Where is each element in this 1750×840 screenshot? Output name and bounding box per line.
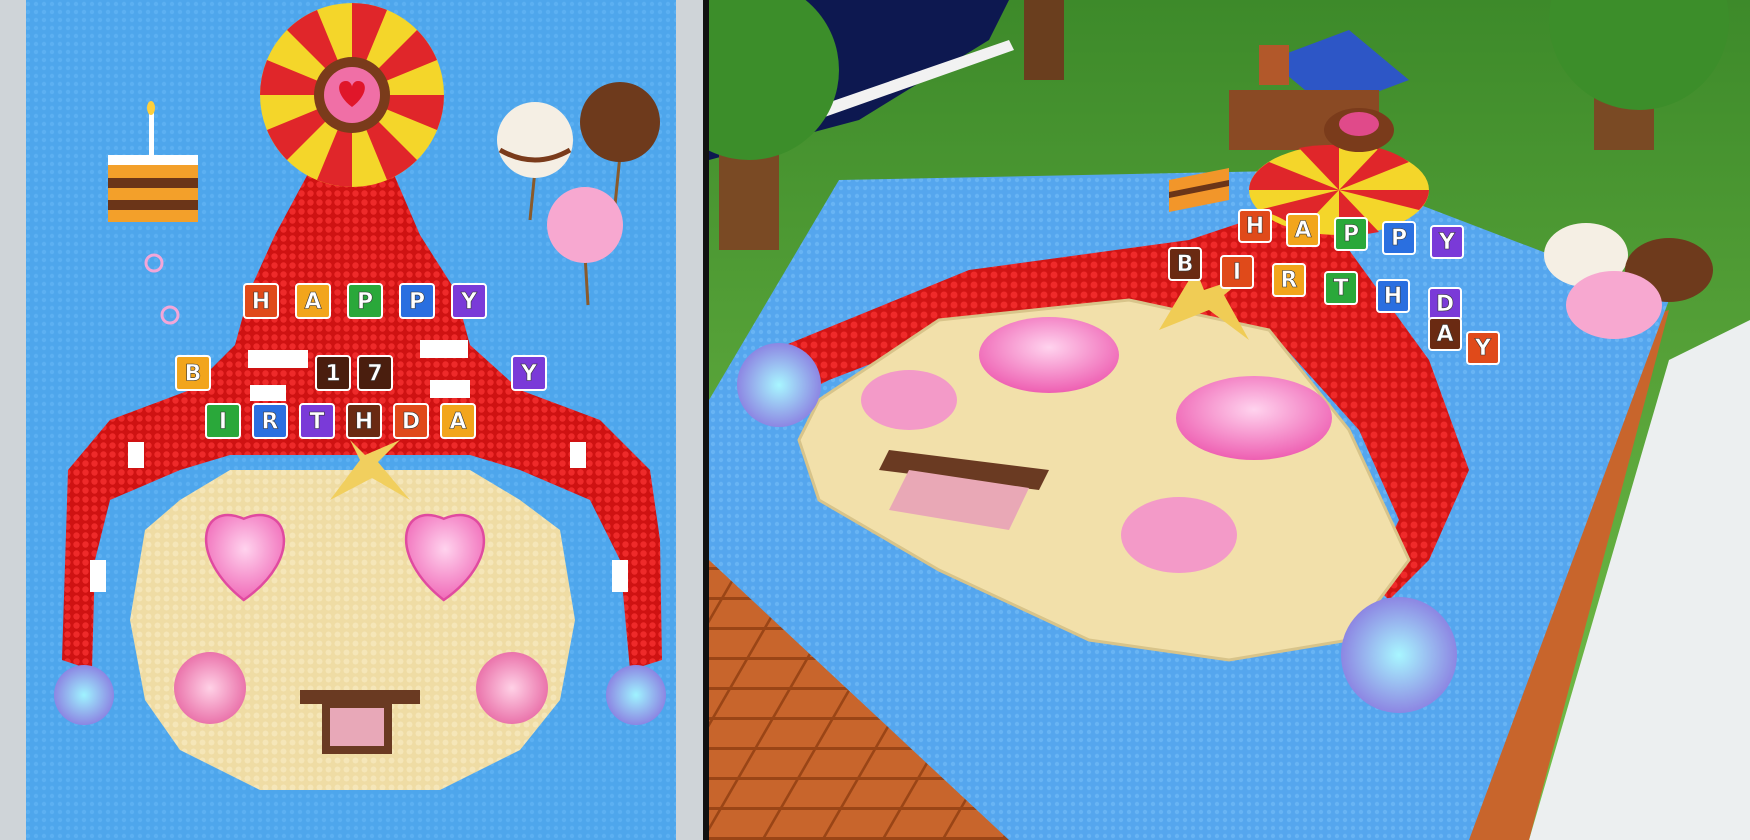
top-down-view-panel: H A P P Y B 1 7 Y I R T H D A	[0, 0, 703, 840]
banner-letter: I	[219, 409, 227, 434]
tree-back	[1024, 0, 1064, 80]
cheek-left	[861, 370, 957, 430]
banner-letter: H	[1246, 214, 1264, 239]
banner-letter: A	[304, 289, 321, 314]
cheek-right	[476, 652, 548, 724]
banner-letter-tile: H	[1238, 209, 1272, 243]
banner-letter-tile: H	[243, 283, 279, 319]
banner-letter: Y	[520, 361, 538, 386]
cheek-left	[174, 652, 246, 724]
banner-letter-tile: 7	[357, 355, 393, 391]
banner-letter-tile: I	[205, 403, 241, 439]
heart-eye-left	[979, 317, 1119, 393]
banner-letter: Y	[460, 289, 478, 314]
banner-letter: P	[409, 289, 425, 314]
banner-letter-tile: H	[346, 403, 382, 439]
banner-letter: H	[355, 409, 373, 434]
banner-letter-tile: Y	[1430, 225, 1464, 259]
balloon-pink	[1566, 271, 1662, 339]
banner-letter: H	[1384, 284, 1402, 309]
banner-letter: P	[1391, 226, 1407, 251]
banner-letter-tile: P	[1382, 221, 1416, 255]
banner-letter: B	[1177, 252, 1194, 277]
banner-letter-tile: P	[1334, 217, 1368, 251]
banner-letter-tile: Y	[451, 283, 487, 319]
banner-letter: T	[309, 409, 324, 434]
banner-letter-tile: T	[299, 403, 335, 439]
banner-letter: T	[1333, 276, 1348, 301]
banner-letter-tile: R	[1272, 263, 1306, 297]
pompom-left	[54, 665, 114, 725]
banner-letter-tile: A	[295, 283, 331, 319]
banner-letter-tile: I	[1220, 255, 1254, 289]
top-down-scene: H A P P Y B 1 7 Y I R T H D A	[0, 0, 703, 840]
banner-letter-tile: A	[440, 403, 476, 439]
banner-letter: I	[1233, 260, 1241, 285]
banner-letter-tile: 1	[315, 355, 351, 391]
cheek-right	[1121, 497, 1237, 573]
banner-letter-tile: Y	[1466, 331, 1500, 365]
screenshot-composite: HAPPYB17YIRTHDA H A P P Y B I R T H D A …	[0, 0, 1750, 840]
banner-letter: 1	[325, 361, 340, 386]
banner-letter-tile: B	[1168, 247, 1202, 281]
banner-letter: Y	[1438, 230, 1456, 255]
banner-letter: P	[1343, 222, 1359, 247]
banner-letter-tile: P	[347, 283, 383, 319]
pompom-right	[606, 665, 666, 725]
banner-letter-tile: R	[252, 403, 288, 439]
banner-letter-tile: D	[393, 403, 429, 439]
banner-letter: A	[1436, 322, 1453, 347]
banner-letter-tile: H	[1376, 279, 1410, 313]
banner-letter: A	[449, 409, 466, 434]
banner-letter-tile: P	[399, 283, 435, 319]
sunburst-umbrella	[260, 3, 444, 187]
banner-letter: 7	[367, 361, 382, 386]
banner-letter-tile: A	[1428, 317, 1462, 351]
perspective-scene: H A P P YB I R T H DAY	[709, 0, 1750, 840]
banner-letter: D	[1436, 292, 1454, 317]
banner-letter: H	[252, 289, 270, 314]
banner-letter: Y	[1474, 336, 1492, 361]
banner-letter: D	[402, 409, 420, 434]
heart-eye-right	[1176, 376, 1332, 460]
banner-letter: R	[1281, 268, 1298, 293]
pompom-right	[1341, 597, 1457, 713]
banner-letter: P	[357, 289, 373, 314]
banner-letter-tile: Y	[511, 355, 547, 391]
banner-letter: R	[262, 409, 279, 434]
banner-letter-tile: T	[1324, 271, 1358, 305]
banner-letter-tile: A	[1286, 213, 1320, 247]
banner-letter-tile: D	[1428, 287, 1462, 321]
perspective-view-panel: HAPPYBIRTHDAY	[709, 0, 1750, 840]
banner-letter: A	[1294, 218, 1311, 243]
pompom-left	[737, 343, 821, 427]
banner-letter-tile: B	[175, 355, 211, 391]
banner-letter: B	[185, 361, 202, 386]
